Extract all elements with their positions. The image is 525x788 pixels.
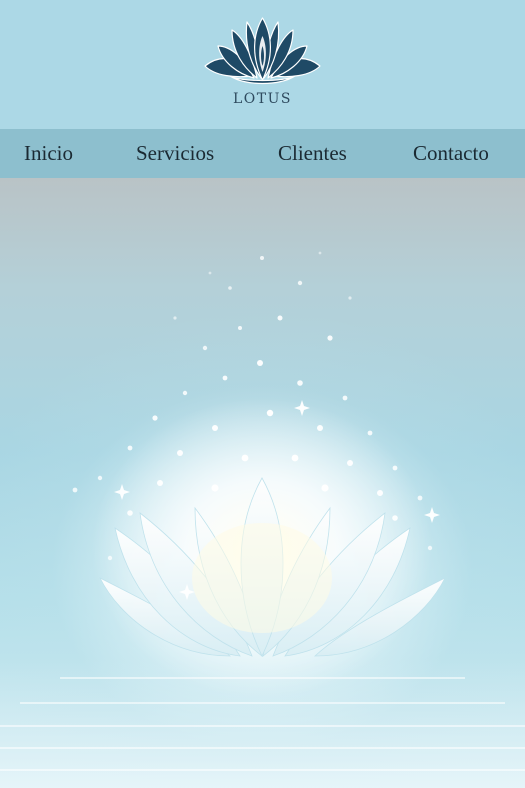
lotus-flower-icon	[204, 17, 321, 85]
nav-item-inicio[interactable]: Inicio	[24, 129, 73, 178]
hero-image	[0, 178, 525, 788]
logo[interactable]: LOTUS	[200, 16, 325, 108]
nav-item-clientes[interactable]: Clientes	[278, 129, 347, 178]
logo-text: LOTUS	[232, 91, 292, 107]
site-header: LOTUS	[0, 0, 525, 129]
main-nav: Inicio Servicios Clientes Contacto	[0, 129, 525, 178]
lotus-illustration	[0, 251, 525, 788]
nav-item-servicios[interactable]: Servicios	[136, 129, 214, 178]
nav-item-contacto[interactable]: Contacto	[413, 129, 489, 178]
